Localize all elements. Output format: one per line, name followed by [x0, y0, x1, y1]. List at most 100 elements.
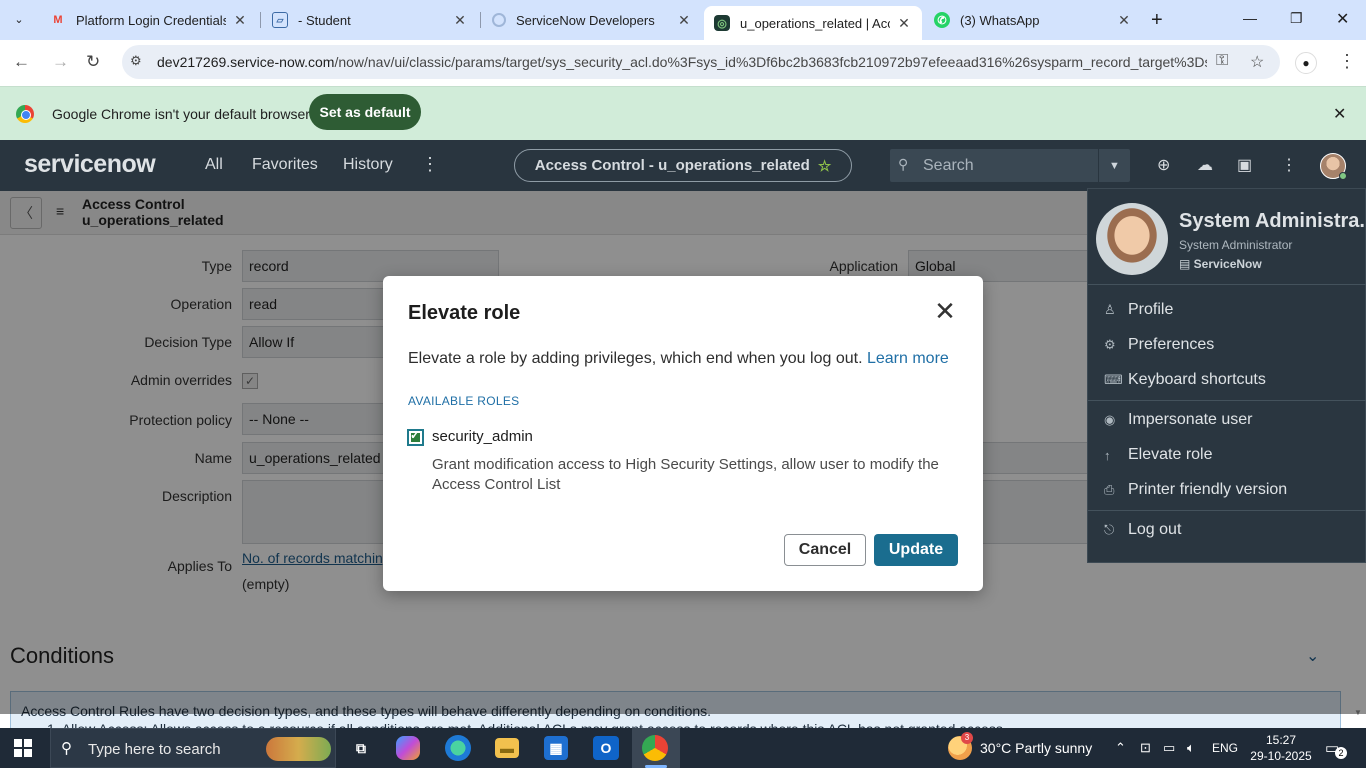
whatsapp-icon: ✆ — [934, 12, 950, 28]
tab-active-acl[interactable]: ◎ u_operations_related | Acce ✕ — [704, 6, 922, 40]
tab-title: (3) WhatsApp — [960, 12, 1040, 28]
search-icon: ⚲ — [61, 740, 72, 757]
inbox-icon[interactable]: ▣ — [1237, 155, 1252, 175]
cancel-button[interactable]: Cancel — [784, 534, 866, 566]
arrow-up-icon: ↑ — [1104, 447, 1111, 463]
scroll-down-arrow-icon[interactable]: ▼ — [1354, 708, 1362, 717]
close-icon[interactable]: ✕ — [933, 298, 957, 324]
weather-icon[interactable]: 3 — [948, 732, 973, 760]
reload-icon[interactable]: ↻ — [86, 52, 100, 72]
search-scope-chevron-icon[interactable]: ▼ — [1098, 149, 1130, 182]
bookmark-star-icon[interactable]: ☆ — [1250, 52, 1264, 72]
language-indicator[interactable]: ENG — [1212, 741, 1238, 755]
chrome-menu-icon[interactable]: ⋮ — [1338, 51, 1356, 72]
microsoft-store-icon[interactable]: ▦ — [544, 736, 568, 760]
more-menu-icon[interactable]: ⋮ — [421, 154, 439, 175]
divider — [1088, 510, 1366, 511]
loading-icon — [492, 13, 506, 27]
weather-text[interactable]: 30°C Partly sunny — [980, 740, 1092, 756]
close-infobar-icon[interactable]: ✕ — [1333, 104, 1346, 124]
infobar-message: Google Chrome isn't your default browser — [52, 106, 310, 122]
globe-icon[interactable]: ⊕ — [1157, 155, 1170, 175]
update-button[interactable]: Update — [874, 534, 958, 566]
menu-item-profile[interactable]: ♙ Profile — [1104, 301, 1173, 319]
taskbar-search[interactable]: ⚲ Type here to search — [50, 728, 336, 768]
network-icon[interactable]: ▭ — [1163, 740, 1175, 756]
outlook-icon[interactable]: O — [593, 736, 619, 760]
tab-gmail[interactable]: M Platform Login Credentials - ✕ — [40, 6, 258, 34]
clock-date: 29-10-2025 — [1250, 749, 1312, 763]
tab-student[interactable]: ▱ - Student ✕ — [262, 6, 478, 34]
back-arrow-icon[interactable]: ← — [13, 52, 30, 72]
close-tab-icon[interactable]: ✕ — [1116, 12, 1132, 29]
context-pill[interactable]: Access Control - u_operations_related ☆ — [514, 149, 852, 182]
nav-all[interactable]: All — [205, 156, 223, 174]
forward-arrow-icon[interactable]: → — [52, 52, 69, 72]
tab-separator — [260, 12, 261, 28]
volume-muted-icon[interactable]: 🔈︎ — [1187, 740, 1195, 756]
servicenow-logo[interactable]: servicenow — [24, 150, 156, 179]
close-tab-icon[interactable]: ✕ — [452, 12, 468, 29]
close-tab-icon[interactable]: ✕ — [676, 12, 692, 29]
file-explorer-icon[interactable]: ▬ — [495, 738, 519, 758]
url-text[interactable]: dev217269.service-now.com/now/nav/ui/cla… — [157, 54, 1207, 70]
menu-item-preferences[interactable]: ⚙ Preferences — [1104, 336, 1214, 354]
menu-item-printer-friendly[interactable]: ⎙ Printer friendly version — [1104, 481, 1287, 499]
more-options-icon[interactable]: ⋮ — [1281, 155, 1297, 175]
menu-item-impersonate-user[interactable]: ◉ Impersonate user — [1104, 411, 1253, 429]
close-window-icon[interactable]: ✕ — [1336, 9, 1349, 29]
nav-history[interactable]: History — [343, 156, 393, 174]
logout-icon: ⎋ — [1104, 522, 1115, 537]
tab-whatsapp[interactable]: ✆ (3) WhatsApp ✕ — [924, 6, 1142, 34]
gear-icon: ⚙ — [1104, 337, 1116, 352]
windows-start-icon[interactable] — [14, 739, 32, 757]
weather-badge: 3 — [961, 732, 973, 744]
windows-taskbar: ⚲ Type here to search ⧉ ▬ ▦ O 3 30°C Par… — [0, 728, 1366, 768]
notifications-icon[interactable]: ▭ 2 — [1325, 739, 1347, 759]
clock[interactable]: 15:27 29-10-2025 — [1250, 732, 1312, 764]
divider — [1088, 284, 1366, 285]
tab-search-icon[interactable]: ⌄ — [8, 8, 30, 30]
learn-more-link[interactable]: Learn more — [867, 350, 949, 367]
search-placeholder: Search — [923, 157, 974, 174]
task-view-icon[interactable]: ⧉ — [347, 734, 375, 762]
security-admin-checkbox[interactable] — [407, 428, 424, 446]
gmail-icon: M — [53, 14, 63, 26]
chrome-profile-avatar[interactable]: ● — [1295, 52, 1317, 74]
user-avatar[interactable] — [1320, 153, 1347, 180]
address-bar[interactable]: ⚙ dev217269.service-now.com/now/nav/ui/c… — [122, 45, 1280, 79]
chrome-taskbar-icon[interactable] — [642, 735, 668, 761]
restore-icon[interactable]: ❐ — [1290, 10, 1303, 27]
edge-icon[interactable] — [445, 735, 471, 761]
meet-now-icon[interactable]: ⊡ — [1140, 740, 1151, 756]
password-key-icon[interactable]: ⚿ — [1216, 52, 1228, 70]
set-as-default-button[interactable]: Set as default — [309, 94, 421, 130]
close-tab-icon[interactable]: ✕ — [896, 15, 912, 32]
site-info-icon[interactable]: ⚙ — [130, 53, 142, 69]
available-roles-heading: AVAILABLE ROLES — [408, 394, 520, 408]
tab-title: u_operations_related | Acce — [740, 15, 890, 31]
new-tab-button[interactable]: + — [1151, 9, 1163, 32]
elevate-role-modal: Elevate role ✕ Elevate a role by adding … — [383, 276, 983, 591]
close-tab-icon[interactable]: ✕ — [232, 12, 248, 29]
user-name: System Administra... — [1179, 210, 1364, 232]
global-search[interactable]: ⚲ Search ▼ — [890, 149, 1130, 182]
menu-item-elevate-role[interactable]: ↑ Elevate role — [1104, 446, 1213, 464]
user-menu-dropdown: System Administra... System Administrato… — [1087, 188, 1366, 563]
context-pill-label: Access Control - u_operations_related — [534, 157, 810, 174]
role-name[interactable]: security_admin — [432, 428, 533, 445]
divider — [1088, 400, 1366, 401]
nav-favorites[interactable]: Favorites — [252, 156, 318, 174]
minimize-icon[interactable]: — — [1243, 10, 1257, 26]
modal-title: Elevate role — [408, 302, 521, 324]
favorite-star-icon[interactable]: ☆ — [818, 157, 831, 175]
show-hidden-icons-chevron-icon[interactable]: ⌃ — [1115, 740, 1126, 756]
user-role: System Administrator — [1179, 238, 1293, 252]
chat-icon[interactable]: ☁ — [1197, 155, 1213, 175]
printer-icon: ⎙ — [1104, 482, 1115, 497]
menu-item-log-out[interactable]: ⎋ Log out — [1104, 521, 1181, 539]
menu-item-keyboard-shortcuts[interactable]: ⌨ Keyboard shortcuts — [1104, 371, 1266, 389]
browser-toolbar: ← → ↻ ⚙ dev217269.service-now.com/now/na… — [0, 40, 1366, 86]
copilot-icon[interactable] — [396, 736, 420, 760]
tab-servicenow-developers[interactable]: ServiceNow Developers ✕ — [482, 6, 702, 34]
